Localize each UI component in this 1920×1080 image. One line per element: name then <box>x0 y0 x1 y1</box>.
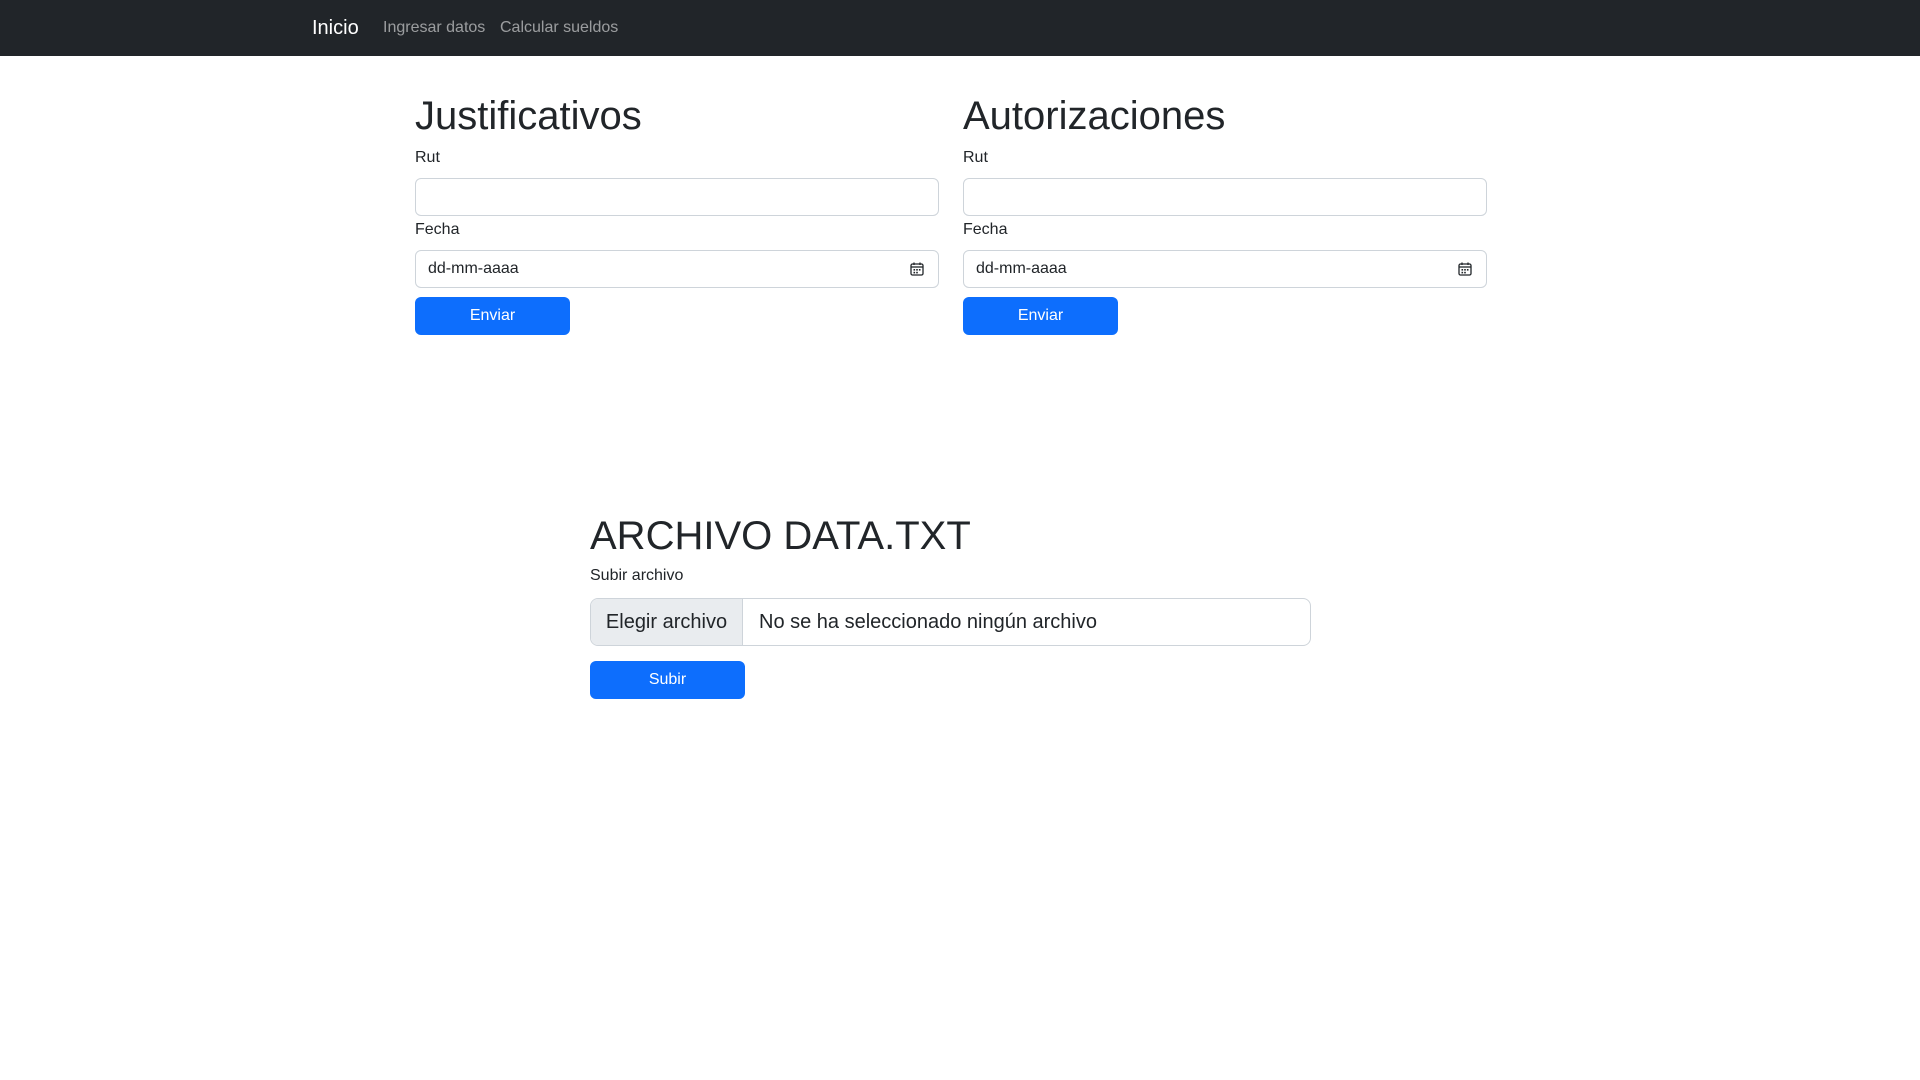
autorizaciones-submit-button[interactable]: Enviar <box>963 297 1118 335</box>
upload-section: ARCHIVO DATA.TXT Subir archivo Elegir ar… <box>590 510 1311 699</box>
justificativos-fecha-input[interactable]: dd-mm-aaaa <box>415 250 939 288</box>
justificativos-fecha-placeholder: dd-mm-aaaa <box>428 260 519 277</box>
justificativos-form: Justificativos Rut Fecha dd-mm-aaaa Envi… <box>415 92 939 335</box>
top-navbar: Inicio Ingresar datos Calcular sueldos <box>0 0 1920 56</box>
autorizaciones-fecha-placeholder: dd-mm-aaaa <box>976 260 1067 277</box>
justificativos-title: Justificativos <box>415 94 642 138</box>
file-input[interactable]: Elegir archivo No se ha seleccionado nin… <box>590 598 1311 646</box>
autorizaciones-form: Autorizaciones Rut Fecha dd-mm-aaaa Envi… <box>963 92 1487 335</box>
autorizaciones-rut-input[interactable] <box>963 178 1487 216</box>
nav-link-calcular-sueldos[interactable]: Calcular sueldos <box>500 18 618 38</box>
upload-submit-button[interactable]: Subir <box>590 661 745 699</box>
justificativos-fecha-label: Fecha <box>415 221 460 238</box>
nav-brand-inicio[interactable]: Inicio <box>312 15 359 41</box>
autorizaciones-fecha-label: Fecha <box>963 221 1008 238</box>
justificativos-rut-input[interactable] <box>415 178 939 216</box>
autorizaciones-title: Autorizaciones <box>963 94 1226 138</box>
nav-link-ingresar-datos[interactable]: Ingresar datos <box>383 18 485 38</box>
autorizaciones-rut-label: Rut <box>963 149 988 166</box>
autorizaciones-fecha-input[interactable]: dd-mm-aaaa <box>963 250 1487 288</box>
justificativos-submit-button[interactable]: Enviar <box>415 297 570 335</box>
file-status-text: No se ha seleccionado ningún archivo <box>759 611 1097 633</box>
calendar-icon[interactable] <box>910 262 924 276</box>
justificativos-rut-label: Rut <box>415 149 440 166</box>
upload-title: ARCHIVO DATA.TXT <box>590 514 971 558</box>
calendar-icon[interactable] <box>1458 262 1472 276</box>
upload-label: Subir archivo <box>590 567 684 584</box>
choose-file-button[interactable]: Elegir archivo <box>591 599 743 645</box>
